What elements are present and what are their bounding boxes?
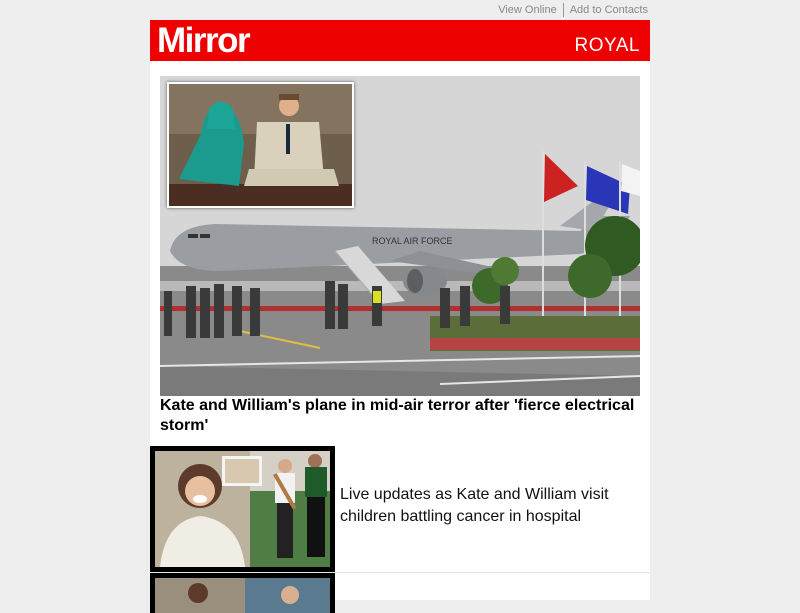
thumbnail-photo: [155, 578, 330, 613]
inset-photo: [167, 82, 354, 208]
list-item[interactable]: Live updates as Kate and William visit c…: [150, 446, 650, 573]
email-body: View Online Add to Contacts Mirror ROYAL: [150, 0, 650, 613]
story-thumbnail[interactable]: [150, 446, 335, 572]
masthead: Mirror ROYAL: [150, 20, 650, 61]
story-thumbnail[interactable]: [150, 573, 335, 613]
story-title[interactable]: Live updates as Kate and William visit c…: [340, 484, 640, 528]
mirror-logo[interactable]: Mirror: [157, 22, 251, 60]
top-links: View Online Add to Contacts: [498, 3, 648, 17]
add-to-contacts-link[interactable]: Add to Contacts: [570, 4, 648, 16]
section-label: ROYAL: [574, 35, 640, 56]
thumbnail-photo: [155, 451, 330, 567]
content-area: ROYAL AIR FORCE Kate and William's plane…: [150, 61, 650, 613]
list-item[interactable]: [150, 573, 650, 613]
link-divider: [562, 3, 564, 17]
plane-text: ROYAL AIR FORCE: [372, 236, 453, 246]
view-online-link[interactable]: View Online: [498, 4, 557, 16]
hero-image[interactable]: ROYAL AIR FORCE: [160, 76, 640, 396]
hero-headline[interactable]: Kate and William's plane in mid-air terr…: [160, 396, 640, 436]
